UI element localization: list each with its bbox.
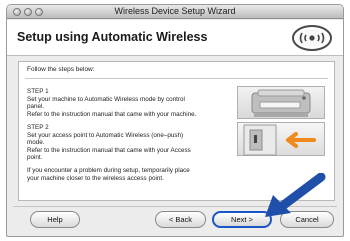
intro-text: Follow the steps below: — [27, 66, 95, 73]
window-title: Wireless Device Setup Wizard — [114, 6, 236, 16]
access-point-icon — [243, 124, 316, 156]
divider — [25, 78, 328, 79]
pointer-arrow-icon — [265, 173, 326, 217]
printer-illustration — [237, 86, 325, 119]
step1-line: Set your machine to Automatic Wireless m… — [27, 95, 185, 103]
title-bar[interactable]: Wireless Device Setup Wizard — [7, 5, 343, 19]
step1-text: STEP 1 Set your machine to Automatic Wir… — [27, 88, 227, 118]
note-text: If you encounter a problem during setup,… — [27, 167, 232, 182]
step2-line: point. — [27, 154, 43, 162]
orange-arrow-icon — [286, 132, 316, 148]
step1-line: panel. — [27, 103, 45, 111]
step2-heading: STEP 2 — [27, 124, 49, 131]
wizard-window: Wireless Device Setup Wizard Setup using… — [6, 4, 344, 237]
help-button[interactable]: Help — [30, 211, 80, 228]
step2-line: Refer to the instruction manual that cam… — [27, 146, 191, 154]
wireless-logo-icon — [292, 25, 332, 51]
step2-text: STEP 2 Set your access point to Automati… — [27, 124, 227, 162]
note-line: If you encounter a problem during setup,… — [27, 167, 190, 174]
wizard-header: Setup using Automatic Wireless — [7, 20, 343, 56]
back-button[interactable]: < Back — [155, 211, 206, 228]
access-point-illustration — [237, 122, 325, 156]
note-line: your machine closer to the wireless acce… — [27, 174, 164, 182]
step1-line: Refer to the instruction manual that cam… — [27, 110, 197, 118]
step1-heading: STEP 1 — [27, 88, 49, 95]
step2-line: mode. — [27, 139, 45, 147]
printer-icon — [251, 89, 311, 117]
page-title: Setup using Automatic Wireless — [17, 30, 208, 44]
step2-line: Set your access point to Automatic Wirel… — [27, 131, 184, 139]
